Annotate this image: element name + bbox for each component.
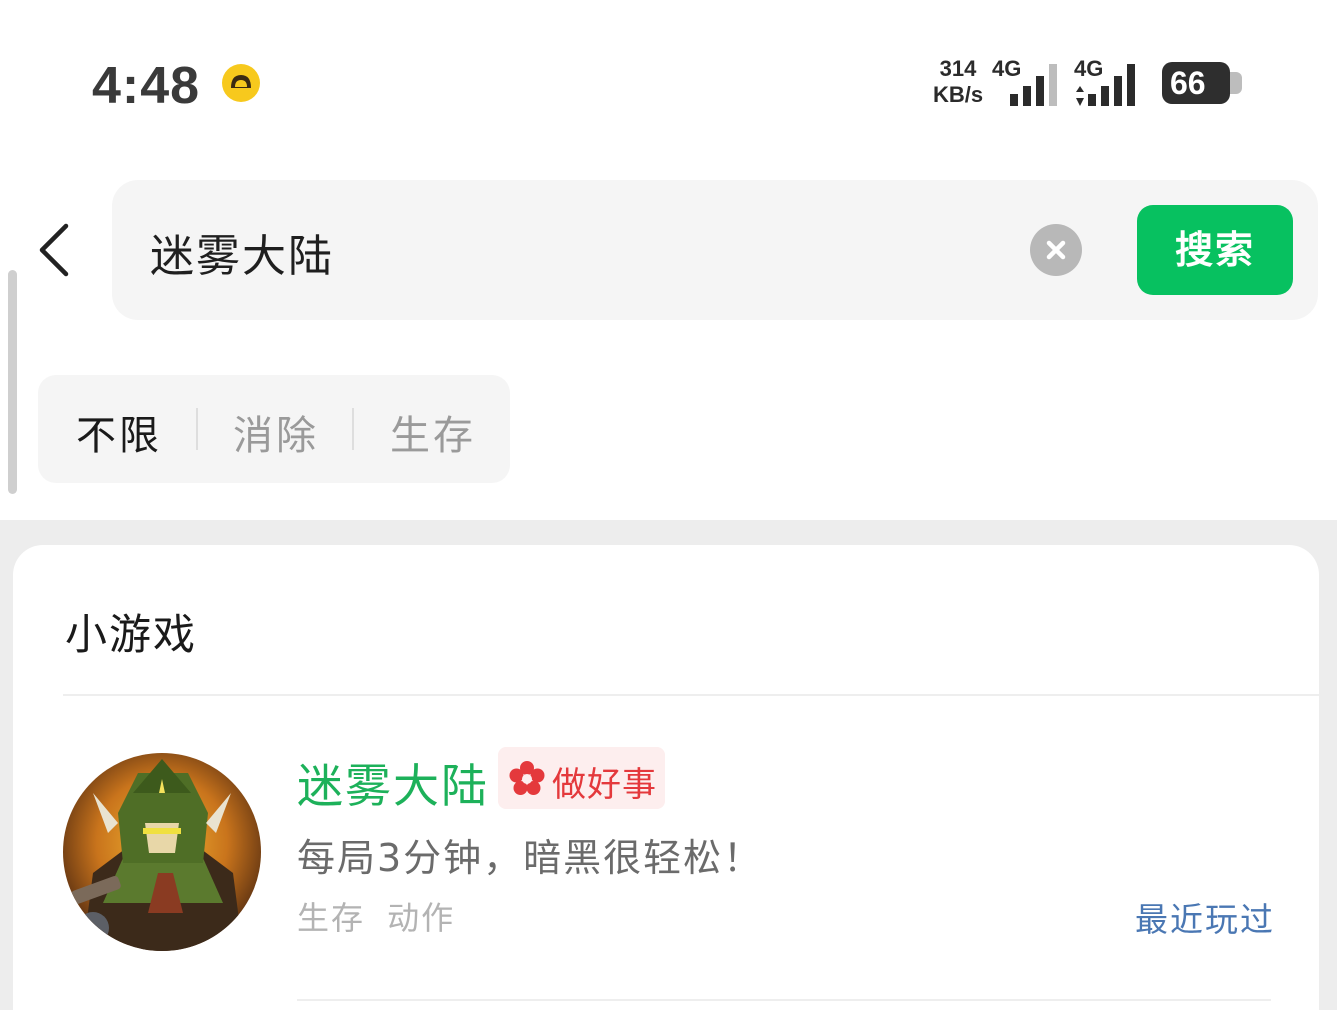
search-input[interactable]: 迷雾大陆 (150, 220, 334, 284)
signal-sim2-icon: 4G (1074, 56, 1148, 108)
divider (63, 694, 1319, 696)
divider (297, 999, 1271, 1001)
search-bar[interactable]: 迷雾大陆 搜索 (112, 180, 1318, 320)
search-button[interactable]: 搜索 (1137, 205, 1293, 295)
badge-label: 做好事 (552, 765, 657, 805)
scrollbar[interactable] (8, 270, 17, 494)
chevron-left-icon[interactable] (30, 218, 82, 282)
battery-tip (1230, 72, 1242, 94)
face-icon (222, 64, 260, 102)
network-speed: 314 KB/s (932, 56, 984, 107)
results-card: 小游戏 迷雾大陆 做好事 每局3分钟，暗黑很轻松！ 生存 动作 最近玩过 (13, 545, 1319, 1010)
game-tags: 生存 动作 (297, 899, 456, 937)
divider (352, 408, 354, 450)
game-title[interactable]: 迷雾大陆 (297, 750, 489, 816)
section-title: 小游戏 (65, 610, 198, 659)
game-description: 每局3分钟，暗黑很轻松！ (297, 836, 764, 880)
filter-tab-all[interactable]: 不限 (76, 403, 162, 461)
signal-sim1-icon: 4G (992, 56, 1066, 108)
clear-search-button[interactable] (1030, 224, 1082, 276)
status-time: 4:48 (92, 57, 201, 115)
filter-tabs: 不限 消除 生存 (38, 375, 510, 483)
recently-played-link[interactable]: 最近玩过 (1135, 893, 1275, 941)
filter-tab-survival[interactable]: 生存 (390, 403, 476, 461)
charity-badge: 做好事 (498, 747, 665, 809)
flower-icon (509, 761, 545, 795)
battery-icon: 66 (1162, 62, 1230, 104)
filter-tab-match[interactable]: 消除 (233, 403, 319, 461)
game-avatar[interactable] (63, 753, 261, 951)
close-circle-icon (1046, 240, 1066, 260)
divider (196, 408, 198, 450)
